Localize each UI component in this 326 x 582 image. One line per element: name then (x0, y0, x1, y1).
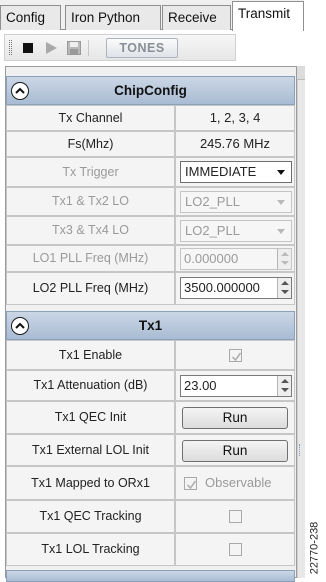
tx-channel-value: 1, 2, 3, 4 (175, 105, 295, 131)
tab-iron-python[interactable]: Iron Python (65, 5, 161, 30)
tx1-ext-lol-init-run-button[interactable]: Run (182, 440, 288, 462)
check-icon (231, 352, 242, 362)
figure-id: 22770-238 (304, 520, 326, 578)
tx1-attenuation-label: Tx1 Attenuation (dB) (6, 370, 175, 401)
tab-receive[interactable]: Receive (162, 5, 231, 30)
lo1-freq-input[interactable]: 0.000000 (180, 248, 292, 270)
tab-transmit-label: Transmit (238, 6, 291, 21)
spin-up-icon[interactable] (281, 252, 289, 256)
spin-down-icon[interactable] (281, 261, 289, 265)
tx1-header[interactable]: Tx1 (6, 311, 295, 340)
lo2-freq-value: 3500.000000 (184, 280, 260, 295)
lo2-freq-spinner[interactable] (277, 278, 291, 298)
tx1-qec-init-label: Tx1 QEC Init (6, 401, 175, 434)
lo2-freq-input[interactable]: 3500.000000 (180, 277, 292, 299)
tx12-lo-select[interactable]: LO2_PLL (180, 191, 292, 213)
tab-config-label: Config (6, 10, 46, 25)
tab-iron-python-label: Iron Python (71, 10, 141, 25)
tx12-lo-value: LO2_PLL (185, 194, 240, 209)
play-icon[interactable] (43, 40, 59, 56)
tab-transmit[interactable]: Transmit (232, 1, 304, 31)
tx1-lol-tracking-checkbox[interactable] (229, 543, 242, 556)
tx1-enable-label: Tx1 Enable (6, 340, 175, 370)
collapse-tx1-icon[interactable] (11, 317, 29, 335)
tab-receive-label: Receive (168, 10, 217, 25)
tx1-qec-tracking-checkbox[interactable] (229, 510, 242, 523)
spin-down-icon[interactable] (281, 290, 289, 294)
toolbar-separator (88, 40, 89, 56)
tx1-lol-tracking-label: Tx1 LOL Tracking (6, 533, 175, 566)
tab-config[interactable]: Config (0, 5, 61, 30)
chipconfig-title: ChipConfig (114, 83, 187, 98)
lo1-freq-cell: 0.000000 (175, 245, 295, 272)
tx-trigger-value: IMMEDIATE (185, 164, 257, 179)
tx1-observable-checkbox[interactable] (184, 477, 197, 490)
tx1-enable-cell (175, 340, 295, 370)
observable-label: Observable (205, 475, 272, 490)
lo1-freq-spinner[interactable] (277, 249, 291, 269)
check-icon (186, 480, 197, 490)
dropdown-arrow-icon (277, 229, 285, 234)
tx1-attenuation-value: 23.00 (184, 378, 217, 393)
dropdown-arrow-icon (277, 170, 285, 175)
tx-trigger-label: Tx Trigger (6, 157, 175, 187)
tones-button[interactable]: TONES (106, 38, 178, 58)
tx1-ext-lol-init-label: Tx1 External LOL Init (6, 434, 175, 466)
toolbar-grip[interactable] (9, 40, 12, 55)
scroll-up-button[interactable] (297, 66, 305, 80)
splitter-grip[interactable] (299, 444, 303, 456)
tx1-lol-tracking-cell (175, 533, 295, 566)
tx1-qec-init-run-button[interactable]: Run (182, 407, 288, 429)
tx1-attenuation-cell: 23.00 (175, 370, 295, 401)
tx1-qec-tracking-label: Tx1 QEC Tracking (6, 500, 175, 533)
tx1-mapped-orx1-label: Tx1 Mapped to ORx1 (6, 466, 175, 500)
save-icon[interactable] (66, 40, 82, 56)
lo2-freq-label: LO2 PLL Freq (MHz) (6, 272, 175, 305)
next-section-header[interactable] (6, 570, 295, 582)
fs-value: 245.76 MHz (175, 131, 295, 157)
tx1-attenuation-spinner[interactable] (277, 376, 291, 396)
stop-icon[interactable] (20, 40, 36, 56)
spin-up-icon[interactable] (281, 281, 289, 285)
tx34-lo-value: LO2_PLL (185, 223, 240, 238)
fs-label: Fs(Mhz) (6, 131, 175, 157)
chipconfig-header[interactable]: ChipConfig (6, 76, 295, 105)
tx1-ext-lol-init-cell: Run (175, 434, 295, 466)
tx34-lo-select[interactable]: LO2_PLL (180, 220, 292, 242)
spin-down-icon[interactable] (281, 388, 289, 392)
tx1-qec-init-cell: Run (175, 401, 295, 434)
tx-trigger-cell: IMMEDIATE (175, 157, 295, 187)
tx1-title: Tx1 (138, 318, 163, 333)
tx34-lo-label: Tx3 & Tx4 LO (6, 216, 175, 245)
tx1-qec-tracking-cell (175, 500, 295, 533)
collapse-chipconfig-icon[interactable] (11, 82, 29, 100)
tx1-mapped-orx1-cell: Observable (175, 466, 295, 500)
tx1-attenuation-input[interactable]: 23.00 (180, 375, 292, 397)
lo1-freq-value: 0.000000 (184, 251, 239, 266)
tx12-lo-cell: LO2_PLL (175, 187, 295, 216)
spin-up-icon[interactable] (281, 379, 289, 383)
tx12-lo-label: Tx1 & Tx2 LO (6, 187, 175, 216)
dropdown-arrow-icon (277, 200, 285, 205)
toolbar: TONES (4, 34, 236, 61)
tx1-enable-checkbox[interactable] (229, 349, 242, 362)
tx-trigger-select[interactable]: IMMEDIATE (180, 161, 292, 183)
lo2-freq-cell: 3500.000000 (175, 272, 295, 305)
tx34-lo-cell: LO2_PLL (175, 216, 295, 245)
tx-channel-label: Tx Channel (6, 105, 175, 131)
lo1-freq-label: LO1 PLL Freq (MHz) (6, 245, 175, 272)
vertical-scrollbar[interactable] (297, 66, 305, 578)
figure-id-text: 22770-238 (308, 521, 321, 575)
